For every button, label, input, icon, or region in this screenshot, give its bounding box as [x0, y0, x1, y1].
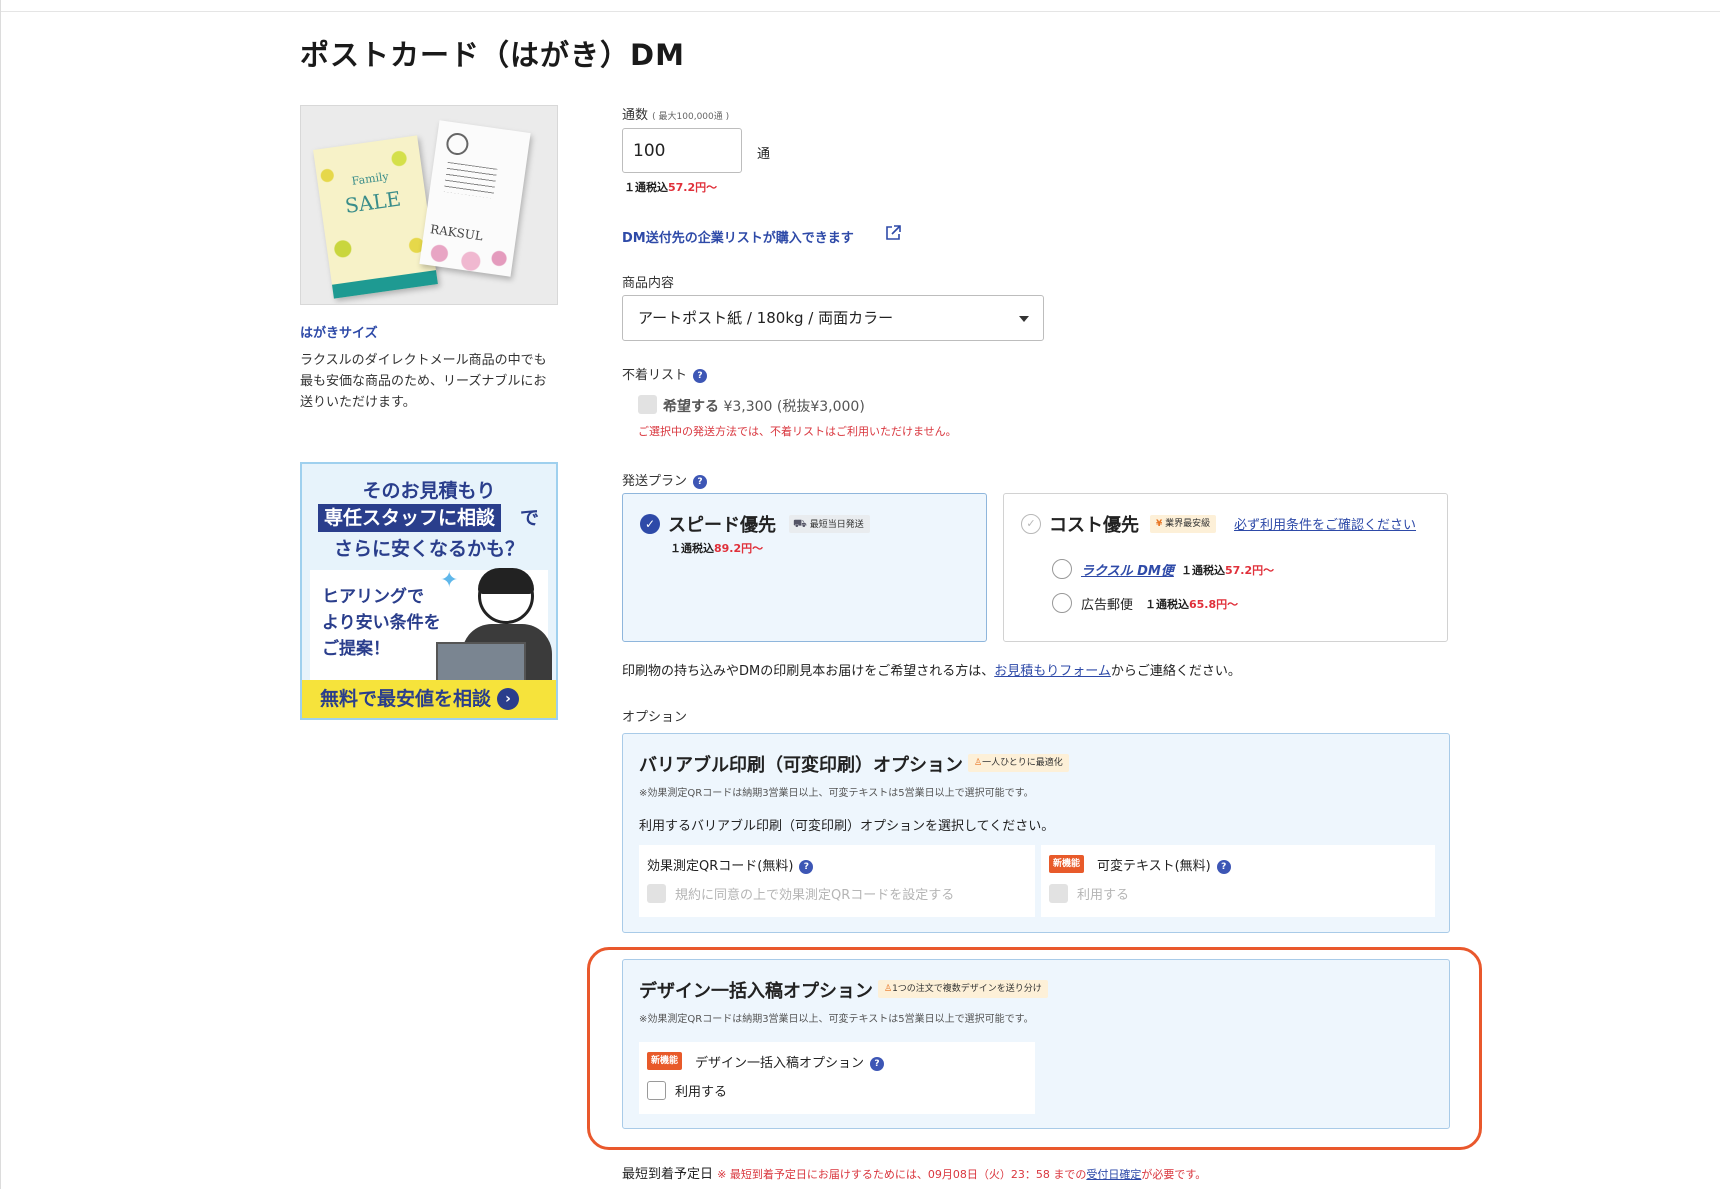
product-image-card-front: Family SALE	[313, 135, 438, 299]
variable-print-note: ※効果測定QRコードは納期3営業日以上、可変テキストは5営業日以上で選択可能です…	[639, 788, 1034, 799]
estimate-note: 印刷物の持ち込みやDMの印刷見本お届けをご希望される方は、お見積もりフォームから…	[622, 664, 1241, 679]
shipping-label: 発送プラン?	[622, 470, 708, 489]
variable-print-option: バリアブル印刷（可変印刷）オプション ♙一人ひとりに最適化 ※効果測定QRコード…	[622, 733, 1450, 933]
cost-plan-title: コスト優先	[1049, 515, 1139, 536]
chevron-right-icon: ›	[497, 688, 520, 710]
return-list-option: 希望する ¥3,300 (税抜¥3,000)	[663, 399, 865, 415]
chevron-down-icon	[1019, 316, 1029, 322]
variable-print-title: バリアブル印刷（可変印刷）オプション	[639, 755, 963, 776]
text-option-checkbox-label: 利用する	[1077, 888, 1130, 903]
variable-print-tag: ♙一人ひとりに最適化	[968, 754, 1069, 772]
return-list-label: 不着リスト?	[622, 364, 708, 383]
design-bulk-card: 新機能 デザイン一括入稿オプション? 利用する	[639, 1042, 1035, 1114]
consultation-banner[interactable]: そのお見積もり 専任スタッフに相談 で さらに安くなるかも？ ヒアリングで より…	[300, 462, 558, 720]
person-icon: ♙	[974, 758, 983, 768]
design-bulk-checkbox[interactable]	[647, 1081, 666, 1100]
design-bulk-title: デザイン一括入稿オプション	[639, 981, 873, 1002]
variable-print-instruction: 利用するバリアブル印刷（可変印刷）オプションを選択してください。	[639, 819, 1055, 834]
estimate-form-link[interactable]: お見積もりフォーム	[994, 664, 1111, 679]
dm-bin-logo: ラクスル DM便	[1081, 564, 1174, 579]
design-bulk-checkbox-label: 利用する	[675, 1085, 728, 1100]
qr-option-checkbox[interactable]	[647, 884, 666, 903]
truck-icon: ⛟	[793, 517, 807, 530]
ad-mail-radio[interactable]	[1052, 593, 1072, 613]
size-link[interactable]: はがきサイズ	[300, 322, 378, 341]
quantity-input[interactable]	[622, 128, 742, 173]
qr-option-label: 効果測定QRコード(無料)?	[647, 855, 814, 874]
shipping-plan-speed[interactable]: ✓ スピード優先 ⛟ 最短当日発送 １通税込89.2円〜	[622, 493, 987, 642]
product-description: ラクスルのダイレクトメール商品の中でも最も安価な商品のため、リーズナブルにお送り…	[300, 353, 547, 410]
ad-mail-label: 広告郵便	[1081, 598, 1134, 613]
product-image: Family SALE RAKSUL	[300, 105, 558, 305]
help-icon[interactable]: ?	[1216, 860, 1231, 874]
check-icon: ✓	[640, 514, 660, 534]
qr-option-checkbox-label: 規約に同意の上で効果測定QRコードを設定する	[675, 888, 955, 903]
text-option-label: 可変テキスト(無料)?	[1097, 855, 1231, 874]
laptop-illustration	[436, 642, 526, 682]
terms-link[interactable]: 必ず利用条件をご確認ください	[1234, 514, 1416, 533]
arrival-date-row: 最短到着予定日 ※ 最短到着予定日にお届けするためには、09月08日（火）23：…	[622, 1167, 1207, 1182]
quantity-price: １通税込57.2円〜	[624, 181, 718, 194]
options-label: オプション	[622, 710, 688, 725]
new-feature-badge: 新機能	[1049, 855, 1085, 873]
design-bulk-option: デザイン一括入稿オプション ♙1つの注文で複数デザインを送り分け ※効果測定QR…	[622, 959, 1450, 1129]
speed-plan-tag: ⛟ 最短当日発送	[789, 515, 870, 533]
text-option-card: 新機能 可変テキスト(無料)? 利用する	[1041, 845, 1435, 917]
dm-bin-radio[interactable]	[1052, 559, 1072, 579]
external-link-icon[interactable]	[884, 224, 902, 242]
banner-cta[interactable]: 無料で最安値を相談 ›	[302, 680, 556, 718]
check-icon: ✓	[1021, 514, 1041, 534]
quantity-label: 通数 ( 最大100,000通 )	[622, 108, 730, 123]
help-icon[interactable]: ?	[799, 860, 814, 874]
help-icon[interactable]: ?	[693, 475, 708, 489]
left-edge	[0, 0, 1, 1189]
page-title: ポストカード（はがき）DM	[300, 38, 685, 72]
ad-mail-price: １通税込65.8円〜	[1145, 598, 1239, 611]
product-image-card-back: RAKSUL	[419, 120, 531, 277]
qr-option-card: 効果測定QRコード(無料)? 規約に同意の上で効果測定QRコードを設定する	[639, 845, 1035, 917]
text-option-checkbox[interactable]	[1049, 884, 1068, 903]
return-list-warning: ご選択中の発送方法では、不着リストはご利用いただけません。	[638, 425, 957, 438]
reception-date-link[interactable]: 受付日確定	[1086, 1168, 1141, 1181]
return-list-checkbox[interactable]	[638, 395, 657, 414]
help-icon[interactable]: ?	[693, 369, 708, 383]
dm-bin-price: １通税込57.2円〜	[1181, 564, 1275, 577]
banner-highlight: 専任スタッフに相談	[318, 504, 502, 532]
help-icon[interactable]: ?	[870, 1057, 885, 1071]
quantity-unit: 通	[757, 147, 771, 162]
sparkle-icon: ✦	[440, 568, 459, 593]
product-label: 商品内容	[622, 276, 675, 291]
new-feature-badge: 新機能	[647, 1052, 683, 1070]
top-divider	[0, 11, 1720, 12]
speed-plan-price: １通税込89.2円〜	[670, 542, 764, 555]
shipping-plan-cost[interactable]: ✓ コスト優先 ¥ 業界最安級 必ず利用条件をご確認ください ラクスル DM便 …	[1003, 493, 1448, 642]
product-select[interactable]: アートポスト紙 / 180kg / 両面カラー	[622, 295, 1044, 341]
design-bulk-note: ※効果測定QRコードは納期3営業日以上、可変テキストは5営業日以上で選択可能です…	[639, 1014, 1034, 1025]
company-list-link[interactable]: DM送付先の企業リストが購入できます	[622, 227, 854, 246]
cost-plan-tag: ¥ 業界最安級	[1150, 515, 1217, 533]
design-bulk-label: デザイン一括入稿オプション?	[695, 1052, 885, 1071]
design-bulk-tag: ♙1つの注文で複数デザインを送り分け	[878, 980, 1048, 998]
person-icon: ♙	[884, 984, 893, 994]
speed-plan-title: スピード優先	[668, 515, 776, 536]
